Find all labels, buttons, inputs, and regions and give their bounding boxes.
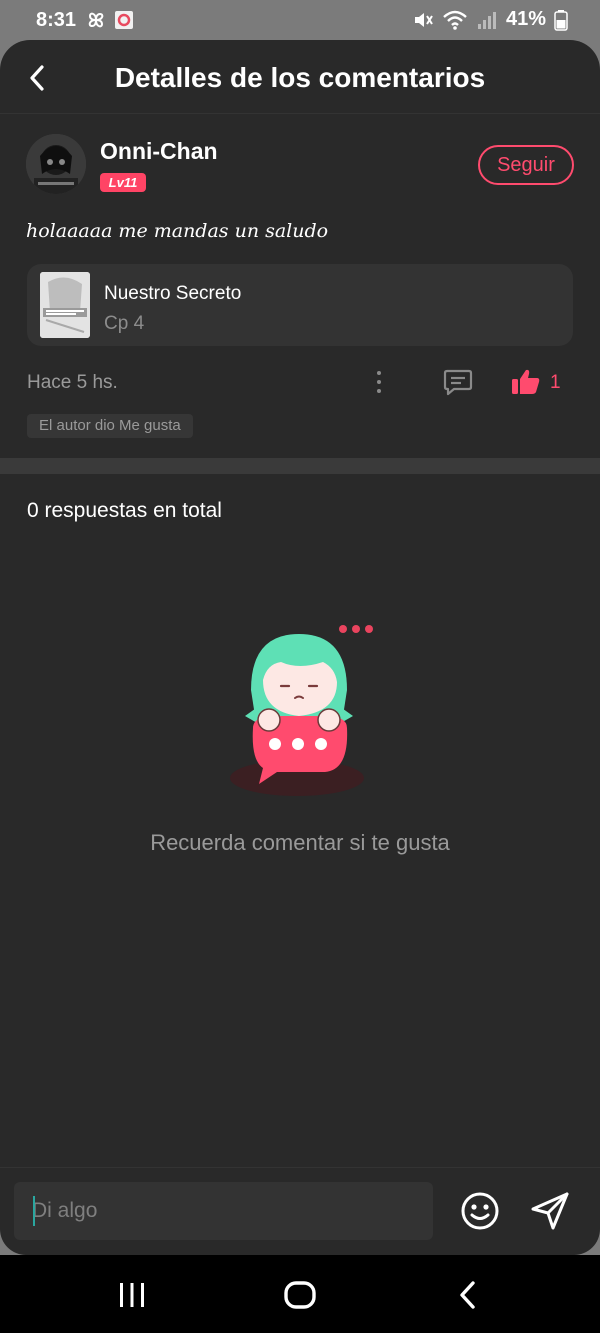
emoji-button[interactable] [459, 1190, 501, 1232]
status-system-icons: 41% [412, 8, 568, 31]
comment-input[interactable] [14, 1182, 433, 1240]
status-time: 8:31 [36, 9, 77, 31]
smile-icon [461, 1192, 499, 1230]
work-chapter: Cp 4 [104, 313, 145, 334]
status-notification-icons [84, 8, 134, 32]
username[interactable]: Onni-Chan [100, 138, 218, 165]
send-button[interactable] [529, 1190, 571, 1232]
battery-icon [554, 9, 568, 31]
replies-total: 0 respuestas en total [27, 499, 222, 522]
author-liked-badge: El autor dio Me gusta [27, 414, 193, 438]
system-back-button[interactable] [448, 1275, 488, 1315]
text-cursor [33, 1196, 35, 1226]
work-card[interactable]: Nuestro Secreto Cp 4 [27, 264, 573, 346]
back-arrow-icon [460, 1281, 475, 1309]
app-notification-icon [115, 11, 133, 29]
mute-icon [414, 12, 433, 27]
comment-meta: Hace 5 hs. 1 [27, 368, 573, 398]
girl-mascot-icon [230, 625, 373, 796]
comment-author: Onni-Chan Lv11 Seguir [26, 134, 574, 196]
more-options-button[interactable] [370, 368, 388, 396]
comment-input-bar [0, 1167, 600, 1255]
like-count: 1 [550, 372, 561, 393]
pinwheel-icon [88, 12, 104, 28]
more-vertical-icon-dot [377, 380, 381, 384]
work-cover [40, 272, 90, 338]
follow-button[interactable]: Seguir [478, 145, 574, 185]
level-badge: Lv11 [100, 173, 146, 192]
recent-apps-icon [120, 1283, 144, 1307]
comment-details-screen: Detalles de los comentarios Onni-Chan Lv… [0, 40, 600, 1255]
more-vertical-icon-dot [377, 371, 381, 375]
work-cover-image [40, 272, 90, 338]
wifi-icon [443, 10, 467, 30]
send-icon [531, 1192, 569, 1230]
battery-percent: 41% [505, 8, 546, 30]
more-vertical-icon-dot [377, 389, 381, 393]
empty-state-illustration [225, 620, 375, 800]
thumbs-up-icon [512, 369, 540, 394]
page-title: Detalles de los comentarios [114, 62, 486, 93]
home-icon [284, 1281, 316, 1309]
recent-apps-button[interactable] [112, 1275, 152, 1315]
home-button[interactable] [280, 1275, 320, 1315]
empty-state-message: Recuerda comentar si te gusta [150, 830, 450, 855]
system-nav-bar [0, 1255, 600, 1333]
section-divider [0, 458, 600, 474]
work-title: Nuestro Secreto [104, 283, 242, 304]
like-button[interactable]: 1 [511, 368, 573, 396]
avatar[interactable] [26, 134, 86, 194]
reply-button[interactable] [443, 368, 473, 396]
signal-icon [477, 11, 496, 29]
header: Detalles de los comentarios [0, 40, 600, 114]
comment-text: holaaaaa me mandas un saludo [26, 220, 329, 242]
message-icon [443, 369, 473, 396]
comment-time: Hace 5 hs. [27, 372, 118, 393]
status-bar: 8:31 41% [0, 0, 600, 42]
avatar-image [26, 134, 86, 194]
